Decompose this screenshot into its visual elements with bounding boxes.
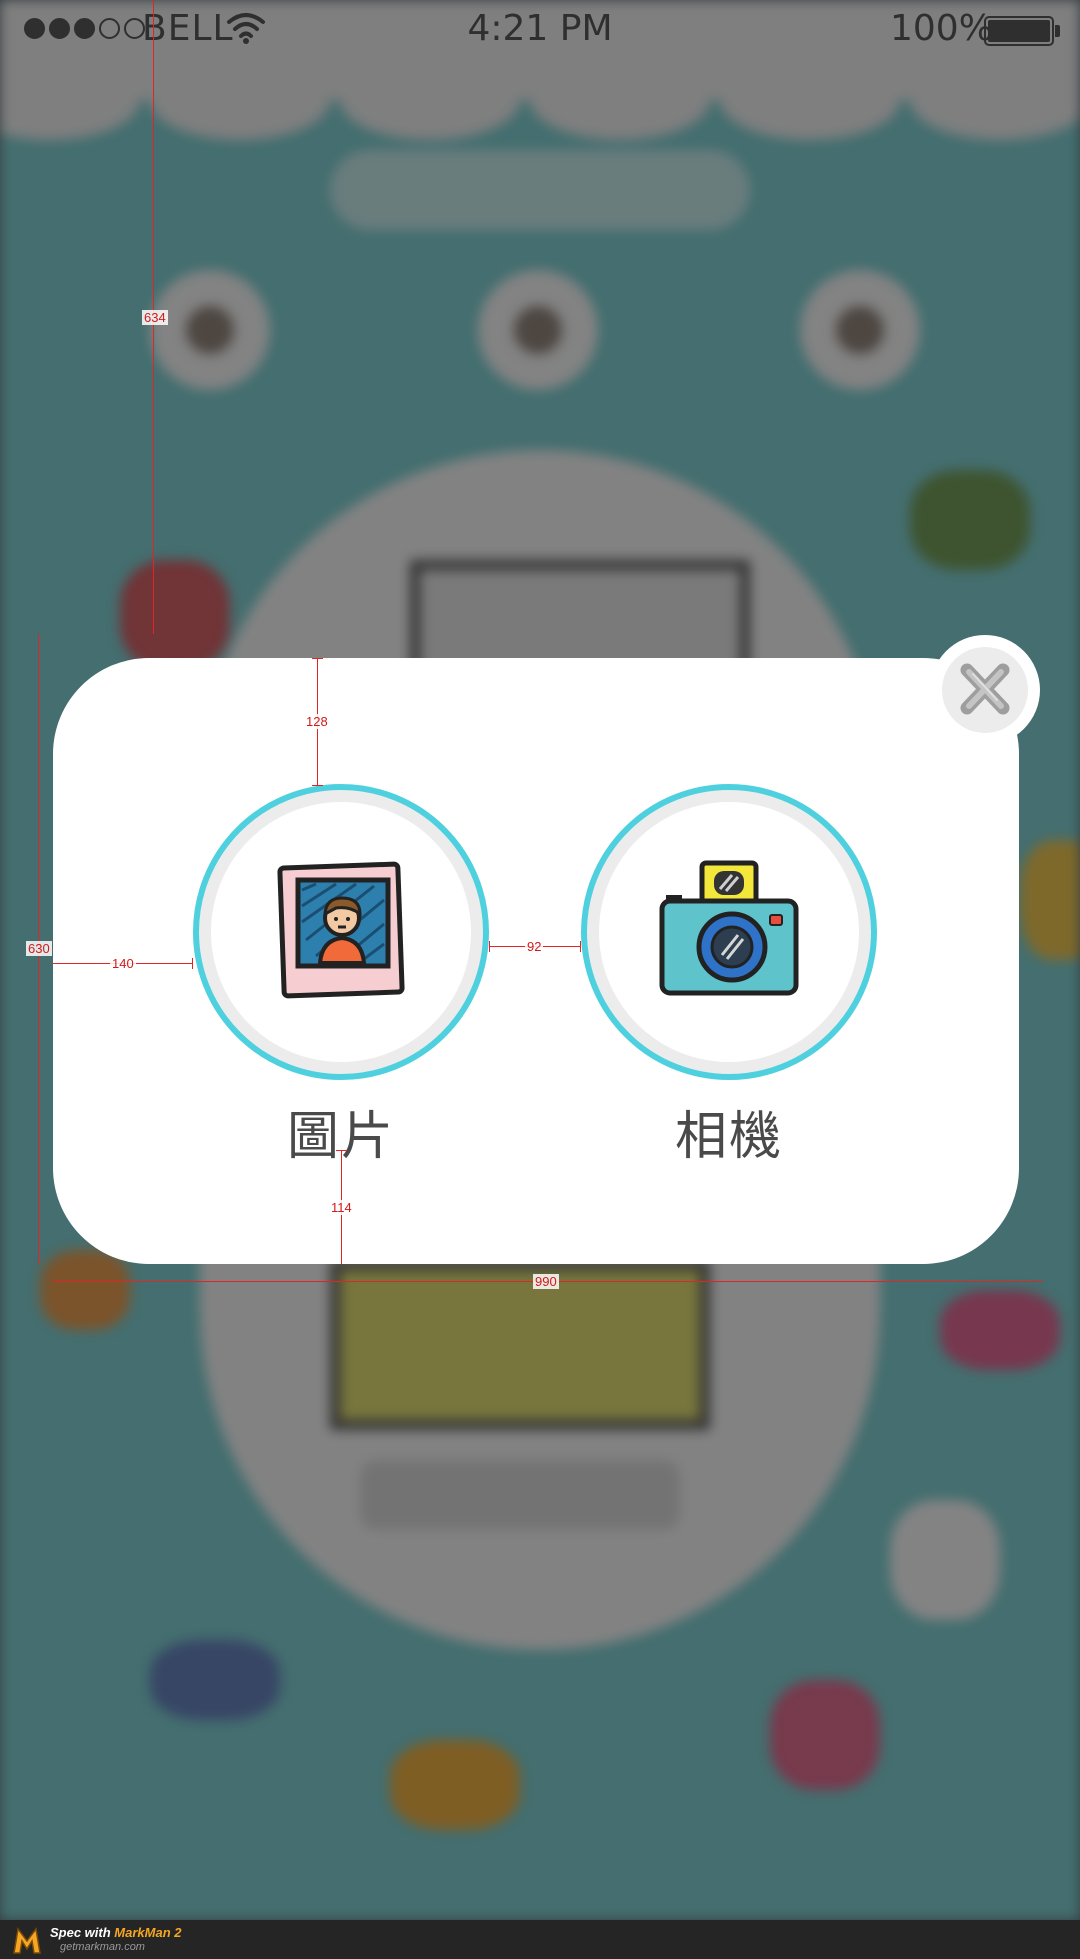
spec-label-dialog-height: 630 — [26, 941, 52, 956]
spec-label-circle-top-margin: 128 — [304, 714, 330, 729]
footer-tagline: Spec with MarkMan 2 — [50, 1924, 182, 1940]
spec-tick — [580, 941, 581, 952]
camera-option-button[interactable]: 相機 — [581, 784, 877, 1167]
spec-label-dialog-width: 990 — [533, 1274, 559, 1289]
battery-icon — [984, 16, 1054, 46]
spec-tick — [312, 658, 323, 659]
spec-tick — [192, 958, 193, 969]
footer-brand: MarkMan 2 — [114, 1924, 182, 1940]
spec-label-left-margin: 140 — [110, 956, 136, 971]
footer-prefix: Spec with — [50, 1924, 115, 1940]
spec-label-circle-gap: 92 — [525, 939, 544, 954]
spec-tick — [489, 941, 490, 952]
spec-label-top-offset: 634 — [142, 310, 168, 325]
close-button[interactable] — [930, 635, 1040, 745]
camera-option-circle[interactable] — [581, 784, 877, 1080]
spec-label-label-bottom-margin: 114 — [329, 1200, 354, 1215]
close-x-icon — [942, 647, 1028, 733]
battery-percentage: 100% — [890, 8, 993, 49]
battery-tip — [1055, 25, 1060, 37]
spec-tick — [336, 1150, 347, 1151]
gallery-option-circle[interactable] — [193, 784, 489, 1080]
gallery-option-button[interactable]: 圖片 — [193, 784, 489, 1167]
markman-logo-icon — [12, 1925, 42, 1955]
photo-frame-icon — [276, 860, 406, 1004]
status-bar: BELL 4:21 PM 100% — [0, 0, 1080, 60]
spec-tick — [312, 785, 323, 786]
camera-option-label: 相機 — [674, 1107, 783, 1167]
camera-icon — [654, 855, 804, 1009]
footer-url: getmarkman.com — [60, 1940, 145, 1953]
markman-footer: Spec with MarkMan 2 getmarkman.com — [0, 1920, 1080, 1959]
